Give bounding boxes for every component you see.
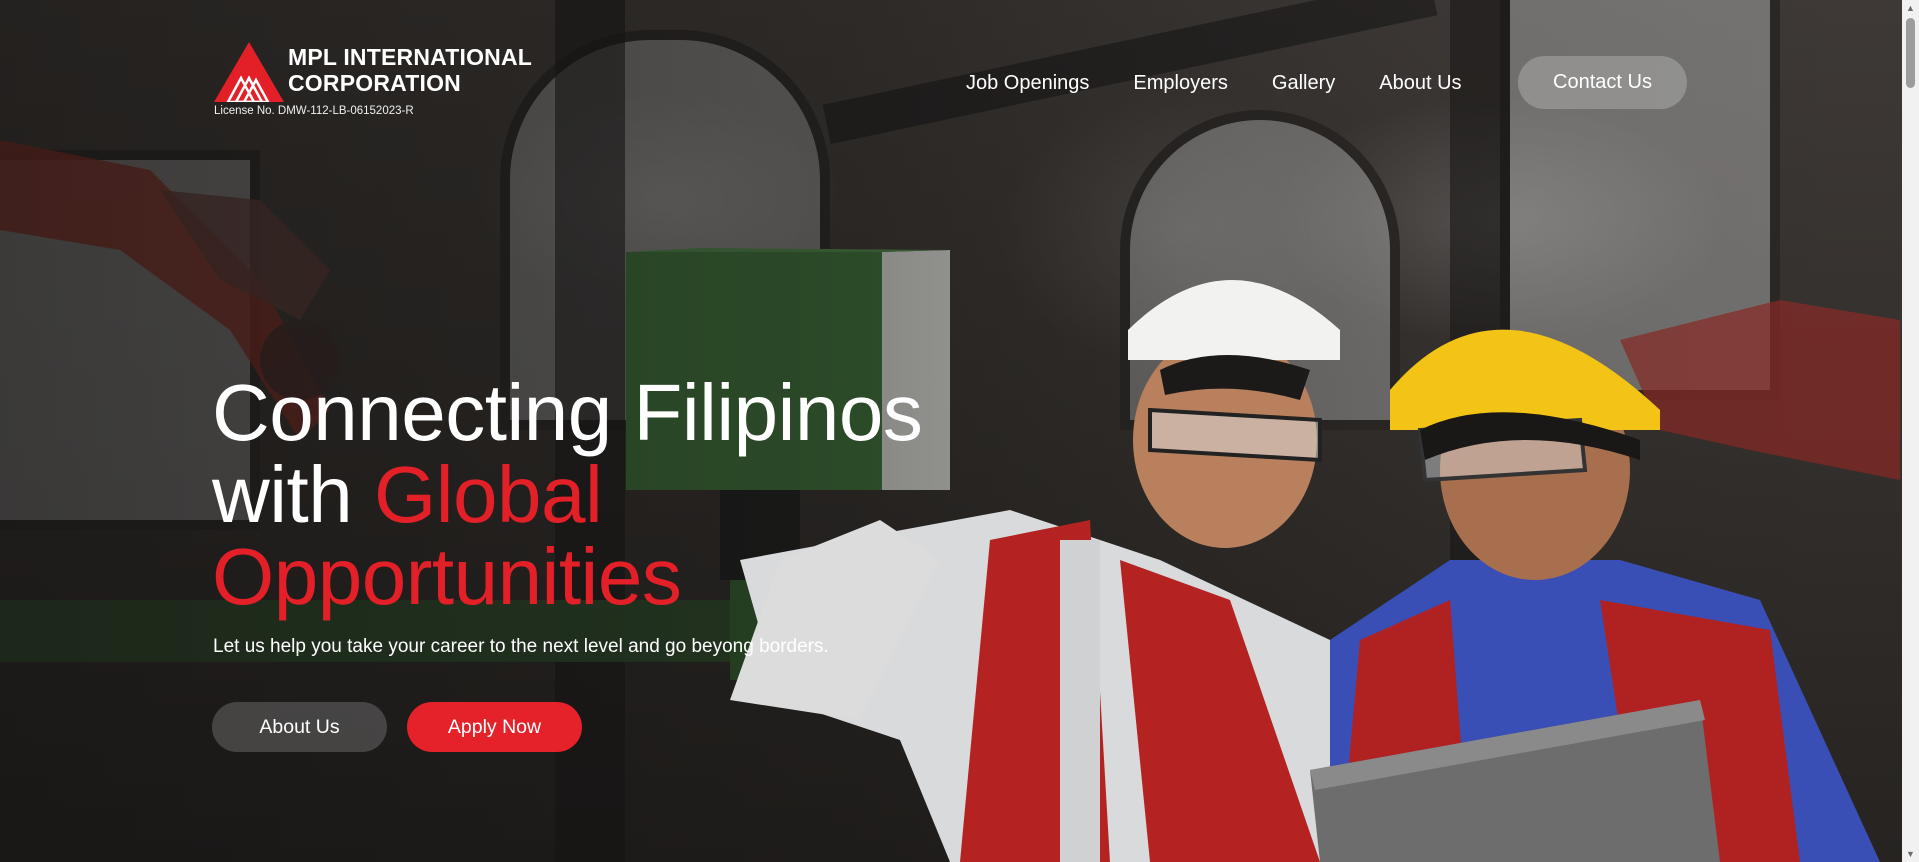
license-number: License No. DMW-112-LB-06152023-R [214, 105, 414, 117]
headline-highlight-opportunities: Opportunities [212, 532, 682, 621]
apply-now-button[interactable]: Apply Now [407, 702, 582, 752]
hero-subtitle: Let us help you take your career to the … [213, 636, 829, 657]
brand-name: MPL INTERNATIONAL CORPORATION [288, 44, 532, 96]
headline-highlight-global: Global [374, 450, 603, 539]
nav-employers[interactable]: Employers [1133, 72, 1227, 95]
brand-name-line2: CORPORATION [288, 70, 461, 96]
triangle-logo-icon [214, 42, 284, 102]
nav-gallery[interactable]: Gallery [1272, 72, 1335, 95]
headline-with: with [212, 450, 353, 539]
nav-job-openings[interactable]: Job Openings [966, 72, 1089, 95]
headline-line1: Connecting Filipinos [212, 368, 923, 457]
page-scrollbar[interactable]: ▲ ▼ [1902, 0, 1919, 862]
scroll-up-arrow-icon[interactable]: ▲ [1902, 0, 1919, 16]
about-us-button[interactable]: About Us [212, 702, 387, 752]
nav-about-us[interactable]: About Us [1379, 72, 1461, 95]
brand-name-line1: MPL INTERNATIONAL [288, 44, 533, 70]
brand-logo[interactable]: MPL INTERNATIONAL CORPORATION [214, 42, 532, 102]
contact-us-button[interactable]: Contact Us [1518, 56, 1687, 109]
scroll-down-arrow-icon[interactable]: ▼ [1902, 846, 1919, 862]
main-nav: Job Openings Employers Gallery About Us [944, 56, 1484, 110]
hero-headline: Connecting Filipinos with Global Opportu… [212, 372, 1012, 618]
scroll-thumb[interactable] [1906, 18, 1915, 88]
